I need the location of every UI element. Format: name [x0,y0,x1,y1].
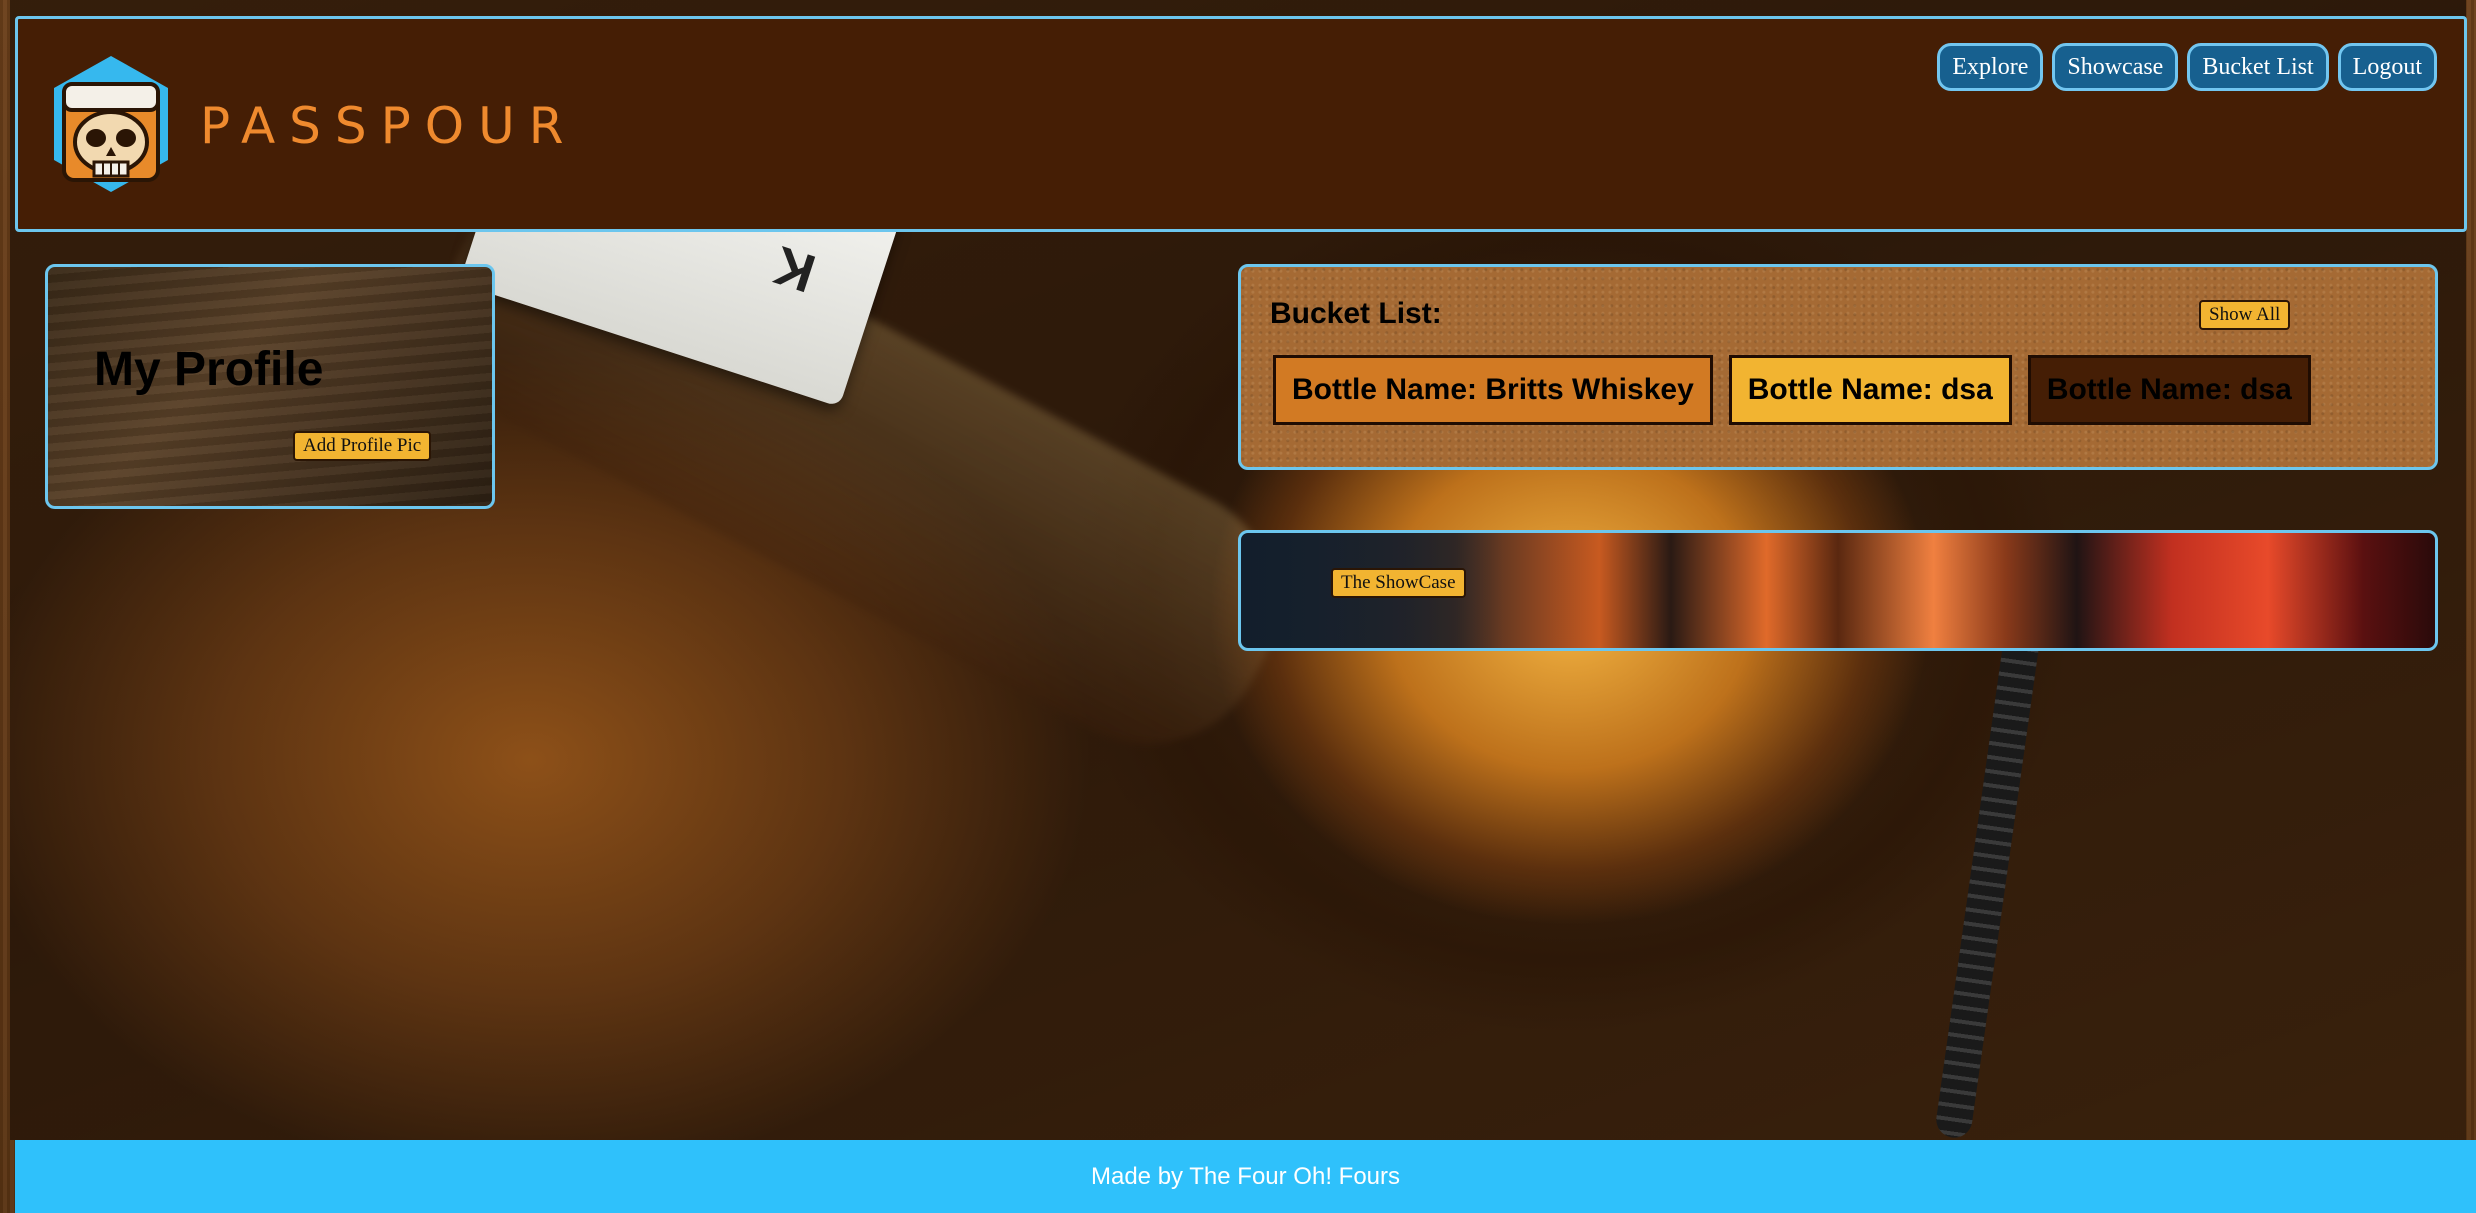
nav-showcase-button[interactable]: Showcase [2052,43,2179,91]
bucket-list-items: Bottle Name: Britts Whiskey Bottle Name:… [1273,355,2311,425]
brand-name[interactable]: PASSPOUR [200,97,577,155]
site-header: PASSPOUR Explore Showcase Bucket List Lo… [15,16,2467,232]
bucket-list-item[interactable]: Bottle Name: dsa [2027,355,2311,425]
nav-bucket-list-button[interactable]: Bucket List [2187,43,2329,91]
showcase-panel: The ShowCase [1238,530,2438,651]
show-all-button[interactable]: Show All [2199,300,2291,330]
background-cord [1933,620,2043,1140]
showcase-button[interactable]: The ShowCase [1331,568,1466,598]
profile-panel: My Profile Add Profile Pic [45,264,495,509]
top-nav: Explore Showcase Bucket List Logout [1937,43,2437,91]
logout-button[interactable]: Logout [2337,43,2437,91]
nav-explore-button[interactable]: Explore [1937,43,2044,91]
bucket-list-title: Bucket List: [1270,297,1442,330]
profile-title: My Profile [94,343,324,396]
bucket-list-panel: Bucket List: Show All Bottle Name: Britt… [1238,264,2438,470]
bucket-list-item[interactable]: Bottle Name: dsa [1728,355,2012,425]
add-profile-pic-button[interactable]: Add Profile Pic [293,431,432,461]
bucket-list-item[interactable]: Bottle Name: Britts Whiskey [1273,355,1713,425]
footer-credit: Made by The Four Oh! Fours [1090,1162,1401,1190]
skull-whiskey-glass-icon[interactable] [46,54,176,194]
site-footer: Made by The Four Oh! Fours [15,1140,2476,1213]
